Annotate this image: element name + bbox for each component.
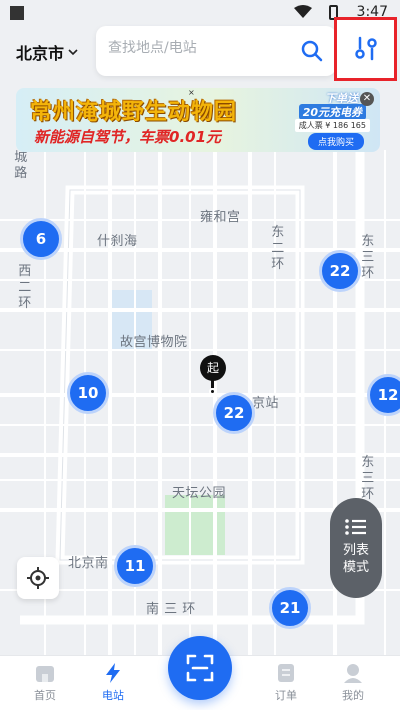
orders-icon	[278, 664, 294, 682]
city-label: 北京市	[16, 44, 65, 63]
banner-price: 成人票 ¥ 186 165	[294, 119, 370, 132]
list-mode-label: 列表模式	[342, 543, 369, 575]
nav-label-orders: 订单	[275, 689, 297, 702]
station-cluster[interactable]: 22	[319, 250, 361, 292]
crosshair-icon	[27, 567, 49, 589]
locate-button[interactable]	[17, 557, 59, 599]
banner-promo-line2: 20元充电券	[298, 104, 366, 120]
nav-item-home[interactable]: 首页	[15, 662, 75, 703]
start-pin-dot	[209, 388, 216, 395]
notification-icon	[10, 6, 24, 20]
nav-item-station[interactable]: 电站	[83, 662, 143, 703]
nav-item-orders[interactable]: 订单	[256, 662, 316, 703]
start-pin[interactable]: 起	[200, 355, 226, 381]
map-label-yonghegong: 雍和宫	[200, 210, 241, 225]
lightning-icon	[106, 663, 120, 683]
list-icon	[345, 519, 366, 535]
scan-button[interactable]	[168, 636, 232, 700]
filter-button[interactable]	[334, 17, 397, 81]
nav-item-mine[interactable]: 我的	[323, 662, 383, 703]
search-icon[interactable]	[300, 39, 324, 63]
nav-label-home: 首页	[34, 689, 56, 702]
map-label-dongsanhuan-top: 东三环	[361, 234, 375, 281]
station-cluster[interactable]: 10	[67, 372, 109, 414]
filter-sliders-icon	[355, 36, 377, 61]
wifi-icon	[294, 5, 312, 18]
start-pin-tail	[211, 380, 214, 388]
map-label-nansanhuan: 南 三 环	[146, 602, 196, 617]
nav-label-mine: 我的	[342, 689, 364, 702]
banner-buy-button[interactable]: 点我购买	[307, 133, 364, 150]
promo-banner[interactable]: × 常州淹城野生动物园 新能源自驾节，车票0.01元 下单送 20元充电券 成人…	[16, 88, 380, 152]
map-label-gugong: 故宫博物院	[120, 335, 188, 350]
city-selector[interactable]: 北京市	[16, 40, 78, 64]
map-label-road: 城路	[14, 150, 28, 181]
search-bar[interactable]	[96, 26, 336, 76]
map-label-shichahai: 什刹海	[97, 234, 138, 249]
home-icon	[36, 666, 54, 682]
map-label-dongerhuan: 东二环	[271, 225, 285, 272]
station-cluster[interactable]: 21	[269, 587, 311, 629]
banner-title: 常州淹城野生动物园	[30, 99, 238, 125]
search-input[interactable]	[108, 40, 288, 56]
map-label-zhan: 京站	[252, 396, 280, 411]
station-cluster[interactable]: 22	[213, 392, 255, 434]
map-label-dongsanhuan-bottom: 东三环	[361, 455, 375, 502]
list-mode-button[interactable]: 列表模式	[330, 498, 382, 598]
station-cluster[interactable]: 6	[20, 218, 62, 260]
scan-icon	[186, 654, 214, 682]
map-label-xierhuan: 西二环	[18, 264, 32, 311]
close-icon[interactable]: ✕	[360, 92, 374, 106]
chevron-down-icon	[68, 49, 78, 56]
banner-subtitle: 新能源自驾节，车票0.01元	[34, 128, 222, 146]
nav-label-station: 电站	[102, 689, 124, 702]
map-label-tiantan: 天坛公园	[172, 486, 227, 501]
station-cluster[interactable]: 11	[114, 545, 156, 587]
map-label-beijingnan: 北京南	[68, 556, 109, 571]
user-icon	[344, 664, 362, 683]
